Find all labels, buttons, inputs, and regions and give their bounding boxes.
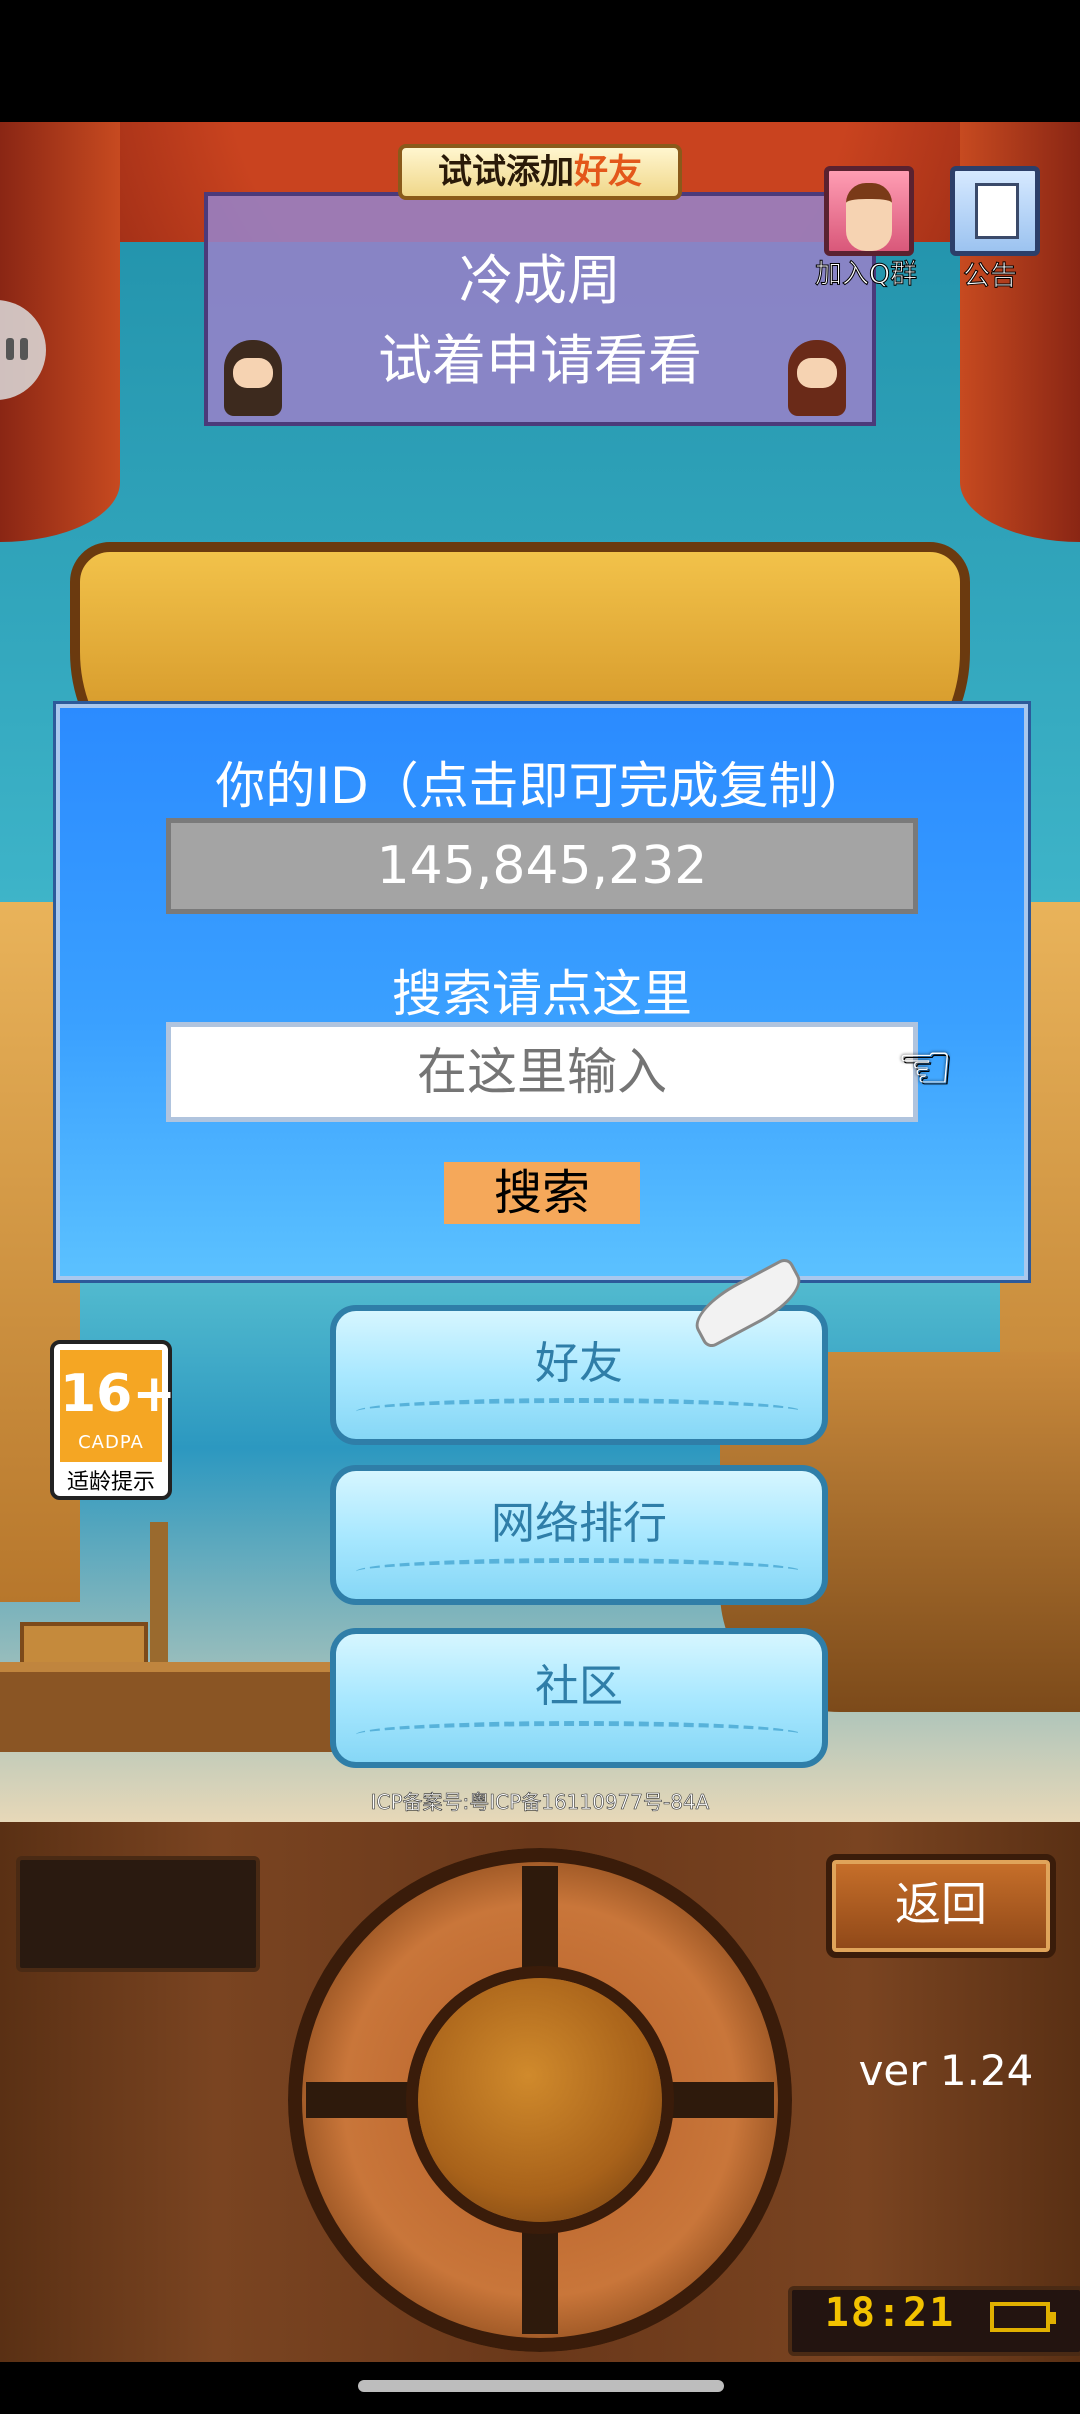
notice-icon — [975, 183, 1019, 239]
wheel-spoke — [306, 2082, 426, 2118]
battery-icon — [990, 2302, 1056, 2332]
suggested-player-name: 冷成周 — [459, 249, 621, 312]
title-prefix: 试试添加 — [438, 152, 574, 192]
suggestion-message: 试着申请看看 — [378, 329, 702, 392]
qq-group-icon — [846, 183, 892, 251]
pointer-hand-icon: ☜ — [896, 1031, 954, 1105]
title-highlight: 好友 — [574, 152, 642, 192]
age-rating-number: 16+ — [60, 1364, 176, 1424]
message-screen — [16, 1856, 260, 1972]
version-label: ver 1.24 — [858, 2046, 1034, 2095]
icp-license-text: ICP备案号:粤ICP备16110977号-84A — [370, 1790, 710, 1815]
wheel-spoke — [654, 2082, 774, 2118]
your-id-title: 你的ID（点击即可完成复制） — [215, 757, 869, 815]
search-hint-label: 搜索请点这里 — [392, 965, 692, 1023]
age-rating-badge[interactable]: 16+ CADPA 适龄提示 — [50, 1340, 176, 1500]
player-avatar-right — [788, 340, 846, 416]
search-button[interactable]: 搜索 — [444, 1162, 640, 1224]
search-input[interactable] — [166, 1022, 918, 1122]
notice-label[interactable]: 公告 — [940, 254, 1040, 293]
age-rating-org: CADPA — [78, 1432, 144, 1453]
friend-search-dialog: 你的ID（点击即可完成复制） 145,845,232 搜索请点这里 ☜ 搜索 — [56, 704, 1028, 1280]
ship-wheel-center-button[interactable] — [418, 1978, 662, 2222]
back-button[interactable]: 返回 — [826, 1854, 1056, 1958]
wheel-spoke — [522, 2214, 558, 2334]
wheel-spoke — [522, 1866, 558, 1986]
friend-suggestion-panel[interactable]: 冷成周 试着申请看看 — [204, 192, 876, 426]
qq-group-button[interactable] — [824, 166, 914, 256]
home-indicator-bar[interactable] — [358, 2380, 724, 2392]
community-button[interactable]: 社区 — [330, 1628, 828, 1768]
player-id-copy-field[interactable]: 145,845,232 — [166, 818, 918, 914]
game-clock: 18:21 — [824, 2290, 956, 2336]
qq-group-label[interactable]: 加入Q群 — [806, 252, 926, 291]
notice-button[interactable] — [950, 166, 1040, 256]
age-rating-tip: 适龄提示 — [66, 1470, 155, 1495]
player-avatar-left — [224, 340, 282, 416]
online-ranking-button[interactable]: 网络排行 — [330, 1465, 828, 1605]
try-add-friend-title: 试试添加好友 — [398, 144, 682, 200]
